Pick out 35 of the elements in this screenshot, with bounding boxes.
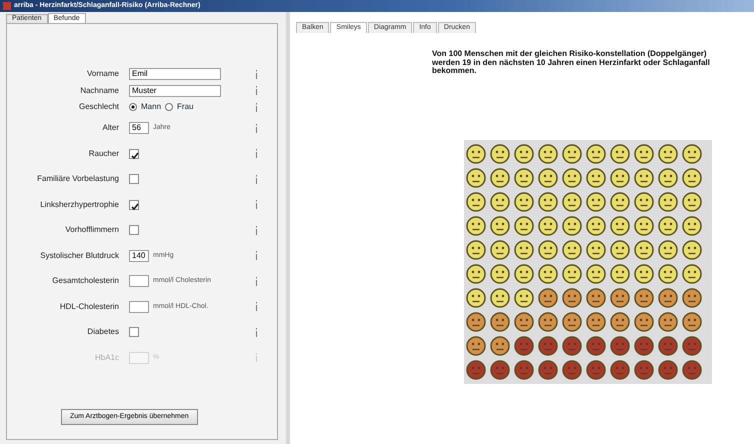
number-field[interactable] <box>129 300 149 313</box>
app-icon <box>3 2 11 10</box>
info-icon[interactable] <box>255 251 258 260</box>
field-label: Familiäre Vorbelastung <box>36 173 120 186</box>
checkbox[interactable] <box>129 225 139 236</box>
field-label: Linksherzhypertrophie <box>39 198 120 211</box>
checkbox[interactable] <box>129 174 139 184</box>
field-label: Vorhofflimmern <box>64 224 120 236</box>
checkbox[interactable] <box>129 200 139 210</box>
field-label: Diabetes <box>86 326 120 338</box>
field-label: Raucher <box>88 148 120 160</box>
field-label: Systolischer Blutdruck <box>39 250 120 262</box>
option-label: Frau <box>177 101 194 114</box>
field-label: Geschlecht <box>78 101 120 114</box>
checkbox[interactable] <box>129 148 139 159</box>
info-icon[interactable] <box>255 302 258 312</box>
info-icon[interactable] <box>255 149 258 158</box>
info-icon[interactable] <box>255 200 258 210</box>
text-field[interactable]: Muster <box>129 84 221 97</box>
text-field[interactable]: Emil <box>129 68 221 80</box>
checkbox[interactable] <box>129 327 139 338</box>
field-label: Gesamtcholesterin <box>51 275 120 288</box>
number-field[interactable]: 140 <box>129 250 149 262</box>
field-label: Vorname <box>86 68 120 80</box>
field-label: HbA1c <box>94 352 120 364</box>
option-label: Mann <box>141 101 162 114</box>
info-icon[interactable] <box>255 86 258 96</box>
field-label: Nachname <box>79 84 120 97</box>
risk-message: Von 100 Menschen mit der gleichen Risiko-konstellation (Doppelgänger) werden 19 in den nächsten 10 Jahren einen Herzinfarkt oder Schlaganfall bekommen. <box>432 50 711 76</box>
radio-button[interactable] <box>129 103 137 112</box>
field-label: Alter <box>102 122 120 134</box>
field-label: HDL-Cholesterin <box>58 300 120 313</box>
number-field[interactable] <box>129 275 149 288</box>
radio-button[interactable] <box>165 103 174 112</box>
number-field[interactable]: 56 <box>129 122 149 134</box>
